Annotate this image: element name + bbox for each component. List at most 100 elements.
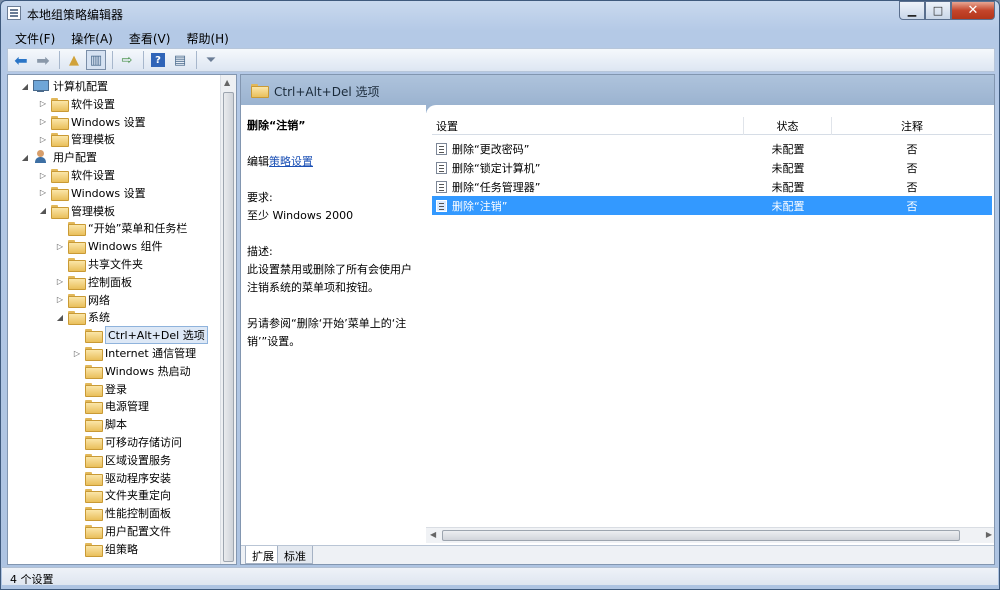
toolbar: ⬅ ➡ ▲ ▥ ⇨ ? ▤ ⏷ <box>7 48 995 72</box>
collapsed-icon[interactable]: ▷ <box>55 277 65 286</box>
close-button[interactable]: ✕ <box>951 1 995 20</box>
tree-item[interactable]: 脚本 <box>72 415 127 433</box>
tree-item-label: “开始”菜单和任务栏 <box>88 222 188 236</box>
folder-icon <box>51 186 69 201</box>
collapsed-icon[interactable]: ▷ <box>38 188 48 197</box>
tab-standard[interactable]: 标准 <box>277 546 313 564</box>
forward-button[interactable]: ➡ <box>33 50 53 70</box>
table-row[interactable]: 删除“任务管理器” 未配置 否 <box>432 177 992 196</box>
folder-icon <box>68 258 86 272</box>
tree-item[interactable]: 电源管理 <box>72 397 149 415</box>
menu-file[interactable]: 文件(F) <box>7 27 63 47</box>
tree-item[interactable]: 用户配置文件 <box>72 522 171 540</box>
policy-name: 删除“注销” <box>247 119 306 132</box>
menu-view[interactable]: 查看(V) <box>121 27 179 47</box>
tree-item[interactable]: ◢ 管理模板 <box>38 202 115 220</box>
tree-item-label: Windows 设置 <box>71 186 146 200</box>
table-row[interactable]: 删除“锁定计算机” 未配置 否 <box>432 158 992 177</box>
collapsed-icon[interactable]: ▷ <box>38 117 48 126</box>
tree-item[interactable]: 区域设置服务 <box>72 451 171 469</box>
collapsed-icon[interactable]: ▷ <box>38 99 48 108</box>
list-scroll-thumb[interactable] <box>442 530 960 541</box>
settings-list[interactable]: 设置 状态 注释 删除“更改密码” 未配置否删除“锁定计算机” 未配置否删除“任务管… <box>426 105 994 545</box>
tree-item[interactable]: ▷ Windows 组件 <box>55 237 163 255</box>
edit-policy-line: 编辑策略设置 <box>247 153 420 171</box>
note-cell: 否 <box>906 199 918 213</box>
tree-item[interactable]: ▷ 管理模板 <box>38 130 115 148</box>
tree-item[interactable]: 性能控制面板 <box>72 504 171 522</box>
tree-scroll-thumb[interactable] <box>223 92 234 562</box>
folder-icon <box>85 418 103 433</box>
tree-item-label: 区域设置服务 <box>105 453 171 467</box>
help-icon: ? <box>151 53 165 67</box>
folder-icon <box>85 436 103 450</box>
back-button[interactable]: ⬅ <box>11 50 31 70</box>
window-controls: ▁ □ ✕ <box>899 1 995 20</box>
collapsed-icon[interactable]: ▷ <box>72 349 82 358</box>
collapsed-icon[interactable]: ▷ <box>55 242 65 251</box>
up-level-button[interactable]: ▲ <box>64 50 84 70</box>
help-button[interactable]: ? <box>148 50 168 70</box>
tree-scrollbar[interactable]: ▲ <box>220 75 236 564</box>
scroll-left-icon[interactable]: ◀ <box>430 530 436 539</box>
tree-item[interactable]: ▷ Windows 设置 <box>38 184 146 202</box>
edit-policy-link[interactable]: 策略设置 <box>269 155 313 168</box>
expanded-icon[interactable]: ◢ <box>55 313 65 322</box>
table-row[interactable]: 删除“更改密码” 未配置 否 <box>432 139 992 158</box>
maximize-button[interactable]: □ <box>925 1 951 20</box>
tree-item[interactable]: ◢ 用户配置 <box>20 148 97 166</box>
scroll-right-icon[interactable]: ▶ <box>986 530 992 539</box>
menu-action[interactable]: 操作(A) <box>63 27 121 47</box>
tree-item-label: 共享文件夹 <box>88 258 143 271</box>
menu-help[interactable]: 帮助(H) <box>178 27 236 47</box>
details-title: Ctrl+Alt+Del 选项 <box>274 85 380 99</box>
folder-icon <box>85 382 103 397</box>
tree-item[interactable]: Windows 热启动 <box>72 362 191 380</box>
column-header-setting[interactable]: 设置 <box>432 117 744 135</box>
tree-item[interactable]: 共享文件夹 <box>55 255 143 273</box>
requirement-label: 要求: <box>247 191 273 204</box>
tree-item[interactable]: 文件夹重定向 <box>72 486 171 504</box>
properties-button[interactable]: ▤ <box>170 50 190 70</box>
collapsed-icon[interactable]: ▷ <box>38 171 48 180</box>
list-horizontal-scrollbar[interactable]: ◀ ▶ <box>426 527 994 543</box>
tree-item[interactable]: ▷ Internet 通信管理 <box>72 344 196 362</box>
tree-item[interactable]: ◢ 系统 <box>55 308 110 326</box>
folder-icon <box>51 204 69 219</box>
console-tree-icon: ▥ <box>89 52 103 68</box>
collapsed-icon[interactable]: ▷ <box>38 135 48 144</box>
filter-button[interactable]: ⏷ <box>201 50 221 70</box>
tree-item-label: 可移动存储访问 <box>105 436 182 449</box>
expanded-icon[interactable]: ◢ <box>20 82 30 91</box>
setting-cell: 删除“任务管理器” <box>432 179 744 195</box>
console-tree[interactable]: ◢ 计算机配置 ▷ 软件设置 ▷ Windows 设置 ▷ 管理模板 ◢ 用户配置 ▷ 软件设置 ▷ Wi… <box>7 74 237 565</box>
title-bar[interactable]: 本地组策略编辑器 ▁ □ ✕ <box>1 1 999 25</box>
scroll-up-icon[interactable]: ▲ <box>224 78 230 87</box>
collapsed-icon[interactable]: ▷ <box>55 295 65 304</box>
tree-item[interactable]: ▷ 软件设置 <box>38 95 115 113</box>
column-header-state[interactable]: 状态 <box>744 117 832 135</box>
export-list-button[interactable]: ⇨ <box>117 50 137 70</box>
tree-item[interactable]: 登录 <box>72 380 127 398</box>
expanded-icon[interactable]: ◢ <box>38 206 48 215</box>
tree-item[interactable]: ▷ 网络 <box>55 291 110 309</box>
minimize-button[interactable]: ▁ <box>899 1 925 20</box>
tree-item[interactable]: 组策略 <box>72 540 138 558</box>
table-row[interactable]: 删除“注销” 未配置 否 <box>432 196 992 215</box>
column-header-note[interactable]: 注释 <box>832 117 992 135</box>
description-panel: 删除“注销” 编辑策略设置 要求: 至少 Windows 2000 描述: 此设… <box>241 105 426 545</box>
maximize-icon: □ <box>932 4 944 17</box>
tree-item[interactable]: Ctrl+Alt+Del 选项 <box>72 326 208 345</box>
tab-extended[interactable]: 扩展 <box>245 546 281 564</box>
tree-item[interactable]: 驱动程序安装 <box>72 469 171 487</box>
show-hide-tree-button[interactable]: ▥ <box>86 50 106 70</box>
tree-item[interactable]: ▷ 控制面板 <box>55 273 132 291</box>
tree-item[interactable]: ◢ 计算机配置 <box>20 77 108 95</box>
see-also-text: 另请参阅“删除‘开始’菜单上的‘注销’”设置。 <box>247 317 407 348</box>
tree-item[interactable]: ▷ Windows 设置 <box>38 113 146 131</box>
expanded-icon[interactable]: ◢ <box>20 153 30 162</box>
tree-item-label: 脚本 <box>105 418 127 432</box>
tree-item[interactable]: ▷ 软件设置 <box>38 166 115 184</box>
tree-item[interactable]: “开始”菜单和任务栏 <box>55 219 187 237</box>
tree-item[interactable]: 可移动存储访问 <box>72 433 182 451</box>
